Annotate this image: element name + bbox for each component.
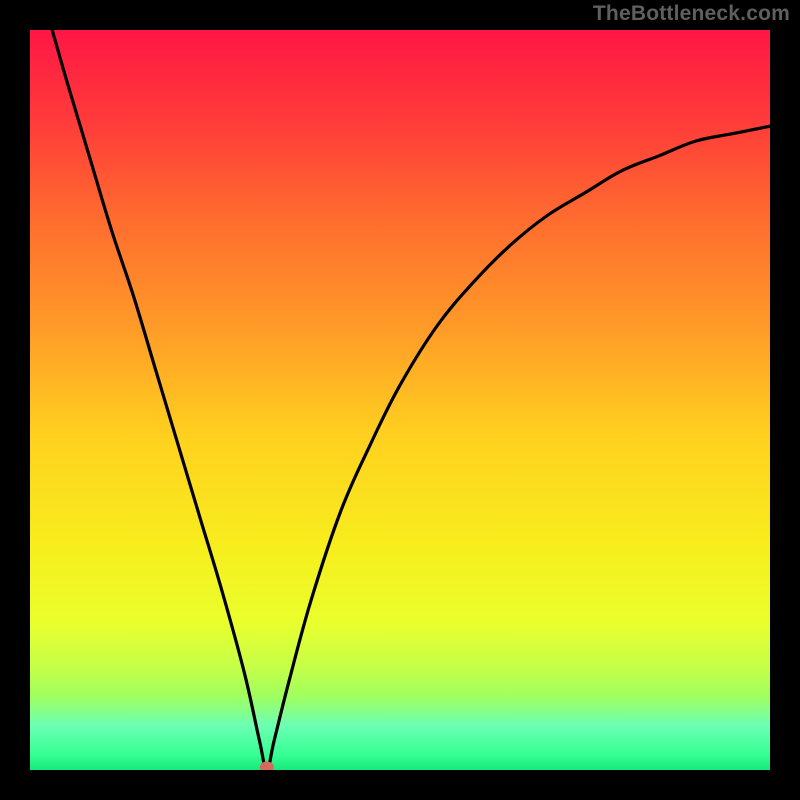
chart-frame: TheBottleneck.com <box>0 0 800 800</box>
attribution-label: TheBottleneck.com <box>593 2 790 26</box>
plot-area <box>30 30 770 770</box>
bottleneck-curve <box>52 30 770 770</box>
bottleneck-curve-svg <box>30 30 770 770</box>
minimum-dot <box>260 762 274 771</box>
